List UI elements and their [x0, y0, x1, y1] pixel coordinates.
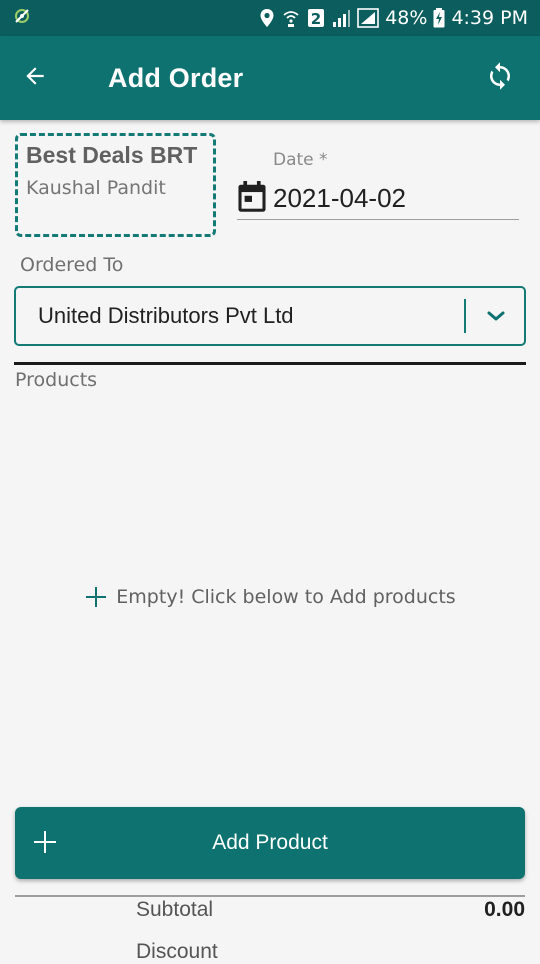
- battery-charging-icon: [433, 8, 445, 28]
- arrow-left-icon: [22, 63, 48, 93]
- summary-divider: [15, 895, 525, 897]
- add-product-label: Add Product: [212, 831, 328, 854]
- app-bar: Add Order: [0, 36, 540, 120]
- empty-products-text: Empty! Click below to Add products: [116, 586, 456, 608]
- date-value: 2021-04-02: [273, 183, 406, 213]
- seller-name: Best Deals BRT: [26, 142, 198, 168]
- discount-label: Discount: [136, 940, 218, 963]
- sync-icon: [485, 61, 515, 95]
- page-title: Add Order: [108, 62, 244, 93]
- products-label: Products: [15, 369, 98, 391]
- signal-r-icon: [357, 8, 380, 28]
- select-divider: [464, 299, 466, 333]
- empty-products-message: Empty! Click below to Add products: [0, 585, 540, 609]
- plus-icon: [84, 585, 108, 609]
- chevron-down-icon[interactable]: [476, 310, 516, 322]
- date-field[interactable]: 2021-04-02: [237, 178, 519, 220]
- subtotal-value: 0.00: [484, 898, 525, 921]
- add-product-button[interactable]: Add Product: [15, 807, 525, 879]
- sim-2-icon: 2: [307, 8, 325, 28]
- location-icon: [259, 8, 275, 28]
- battery-percent: 48%: [385, 7, 428, 29]
- plus-icon: [33, 830, 57, 858]
- back-button[interactable]: [0, 36, 70, 120]
- wifi-calling-icon: [281, 8, 301, 28]
- subtotal-label: Subtotal: [136, 898, 214, 921]
- seller-contact: Kaushal Pandit: [26, 177, 166, 199]
- app-notification-icon: [12, 6, 32, 30]
- ordered-to-label: Ordered To: [20, 254, 124, 276]
- date-label: Date *: [273, 150, 328, 170]
- ordered-to-value: United Distributors Pvt Ltd: [38, 303, 294, 328]
- seller-card[interactable]: Best Deals BRT Kaushal Pandit: [15, 133, 216, 237]
- ordered-to-select[interactable]: United Distributors Pvt Ltd: [14, 286, 526, 346]
- calendar-icon: [237, 180, 267, 217]
- status-time: 4:39 PM: [451, 7, 528, 29]
- refresh-button[interactable]: [480, 58, 520, 98]
- status-bar: 2 48% 4:39 PM: [0, 0, 540, 36]
- signal-icon: [331, 8, 351, 28]
- products-divider: [14, 362, 526, 365]
- svg-text:2: 2: [311, 10, 321, 28]
